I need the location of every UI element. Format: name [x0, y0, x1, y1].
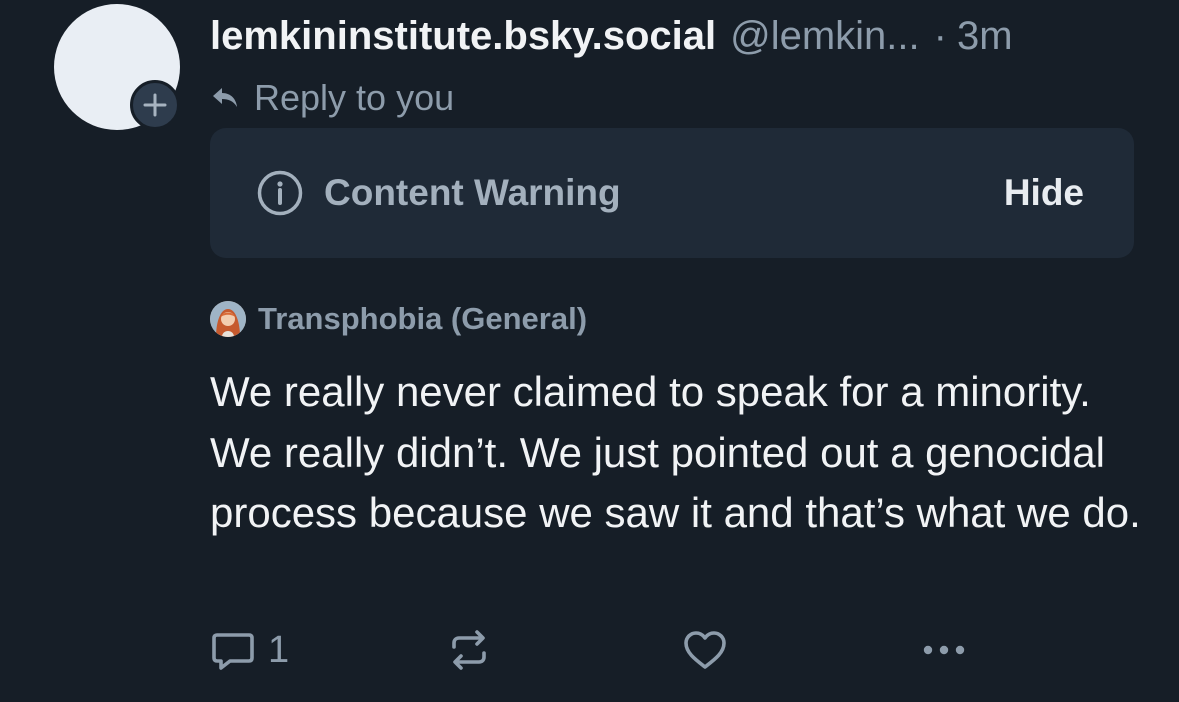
author-avatar-wrapper: [54, 4, 180, 130]
content-warning-label: Content Warning: [324, 172, 621, 213]
moderation-label-text: Transphobia (General): [258, 301, 588, 336]
reply-context[interactable]: Reply to you: [210, 76, 454, 120]
post-header: lemkininstitute.bsky.social @lemkin... ·…: [210, 12, 1013, 60]
heart-icon: [684, 631, 726, 669]
moderation-label[interactable]: Transphobia (General): [210, 298, 587, 340]
post-body-text: We really never claimed to speak for a m…: [210, 368, 1141, 536]
follow-button[interactable]: [130, 80, 180, 130]
author-display-name[interactable]: lemkininstitute.bsky.social: [210, 12, 716, 60]
plus-icon: [143, 93, 167, 117]
author-handle[interactable]: @lemkin...: [730, 12, 920, 60]
content-warning-panel[interactable]: Content Warning Hide: [210, 128, 1134, 258]
repost-button[interactable]: [446, 620, 492, 680]
reply-context-label: Reply to you: [254, 77, 455, 118]
more-options-button[interactable]: [918, 620, 970, 680]
labeler-avatar-image: [210, 301, 246, 337]
like-button[interactable]: [682, 620, 728, 680]
more-dots-icon: [923, 645, 965, 655]
repost-icon: [452, 630, 486, 670]
reply-bubble-icon: [212, 633, 254, 670]
header-separator: ·: [933, 14, 947, 58]
post-actions: 1: [210, 620, 990, 680]
labeler-avatar: [210, 301, 246, 337]
info-icon: [257, 170, 303, 216]
post-timestamp[interactable]: 3m: [957, 12, 1013, 60]
reply-arrow-icon: [213, 88, 237, 107]
reply-button[interactable]: 1: [210, 620, 289, 680]
reply-count: 1: [268, 628, 290, 671]
hide-button[interactable]: Hide: [1004, 168, 1084, 218]
post-card[interactable]: lemkininstitute.bsky.social @lemkin... ·…: [0, 0, 1179, 702]
